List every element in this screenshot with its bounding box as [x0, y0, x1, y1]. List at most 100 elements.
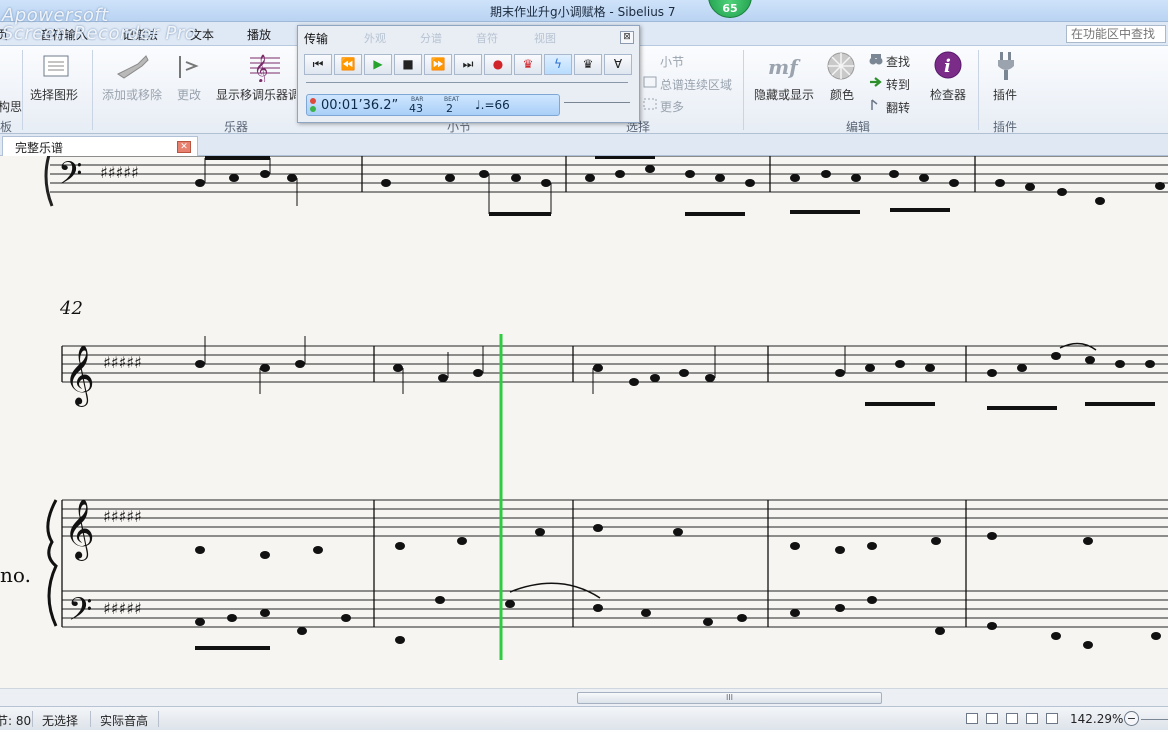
show-transposed-button[interactable]: 显示移调乐器调	[216, 86, 296, 103]
hide-show-button[interactable]: 隐藏或显示	[754, 86, 814, 103]
piano-bass-notes	[195, 596, 1161, 650]
plugin-plug-icon	[998, 52, 1014, 80]
view-mode-icon-2[interactable]	[986, 713, 998, 724]
view-mode-icon-5[interactable]	[1046, 713, 1058, 724]
view-mode-icon-1[interactable]	[966, 713, 978, 724]
document-tabs: 完整乐谱 ✕	[0, 134, 1168, 156]
close-tab-icon[interactable]: ✕	[177, 141, 191, 153]
zoom-slider[interactable]	[1141, 719, 1168, 720]
score-notation: 𝄢 ♯♯♯♯♯ 42 𝄞 ♯♯♯♯♯ 𝄞 ♯♯♯♯♯ 𝄢 ♯♯♯♯♯ no.	[0, 156, 1168, 660]
status-bar: 节: 80 无选择 实际音高 142.29% −	[0, 706, 1168, 730]
flip-button[interactable]: 翻转	[886, 99, 910, 116]
metronome-button[interactable]: Ɐ	[604, 54, 632, 75]
more-button[interactable]: 更多	[660, 98, 684, 115]
transport-tab-appearance[interactable]: 外观	[364, 30, 386, 46]
trumpet-icon	[117, 55, 149, 79]
piano-treble-notes	[195, 524, 1093, 559]
piano-bass-clef: 𝄢	[68, 591, 92, 635]
piano-barlines	[61, 500, 967, 627]
play-button[interactable]: ▶	[364, 54, 392, 75]
flip-icon	[871, 99, 878, 110]
fast-forward-button[interactable]: ⏩	[424, 54, 452, 75]
bar-number: 42	[59, 298, 83, 319]
transport-tab-notes[interactable]: 音符	[476, 30, 498, 46]
inspector-button[interactable]: 检查器	[930, 86, 966, 103]
more-icon	[643, 98, 657, 110]
svg-text:𝄞: 𝄞	[254, 54, 268, 82]
tab-full-score[interactable]: 完整乐谱 ✕	[2, 136, 198, 156]
status-selection: 无选择	[42, 714, 79, 728]
piano-brace	[46, 499, 58, 627]
transport-title: 传输	[304, 32, 329, 46]
change-button[interactable]: 更改	[177, 86, 201, 103]
binoculars-icon	[869, 54, 883, 65]
piano-treble-key-signature: ♯♯♯♯♯	[103, 507, 142, 526]
transport-panel[interactable]: 传输 外观 分谱 音符 视图 ⊠ ⏮ ⏪ ▶ ■ ⏩ ⏭ ● ♛ ϟ ♛ Ɐ 0…	[297, 25, 640, 123]
svg-text:i: i	[944, 56, 951, 77]
inspector-icon: i	[934, 51, 962, 79]
status-lights	[310, 98, 316, 114]
view-mode-icon-4[interactable]	[1026, 713, 1038, 724]
group-panels: 板	[0, 120, 13, 134]
time-readout: 00:01’36.2”	[321, 98, 399, 113]
transport-tab-parts[interactable]: 分谱	[420, 30, 442, 46]
flexi-time-button[interactable]: ♛	[514, 54, 542, 75]
system-passage-button[interactable]: 总谱连续区域	[660, 76, 732, 93]
rewind-to-start-button[interactable]: ⏮	[304, 54, 332, 75]
zoom-out-button[interactable]: −	[1124, 711, 1139, 726]
transport-close-button[interactable]: ⊠	[620, 31, 634, 44]
watermark-line2: Screen Recorder Pro	[2, 23, 197, 44]
group-edit: 编辑	[846, 120, 871, 134]
goto-button[interactable]: 转到	[886, 76, 910, 93]
treble-clef-icon: 𝄞	[250, 54, 280, 82]
tempo-readout: ♩.=66	[475, 98, 510, 112]
score-canvas[interactable]: 𝄢 ♯♯♯♯♯ 42 𝄞 ♯♯♯♯♯ 𝄞 ♯♯♯♯♯ 𝄢 ♯♯♯♯♯ no.	[0, 156, 1168, 690]
scrollbar-thumb[interactable]: III	[577, 692, 882, 704]
bar-readout: 43	[409, 102, 423, 115]
piano-treble-clef: 𝄞	[64, 499, 95, 561]
goto-arrow-icon	[870, 77, 882, 87]
record-button[interactable]: ●	[484, 54, 512, 75]
recorder-watermark: Apowersoft Screen Recorder Pro	[2, 7, 197, 44]
window-title: 期末作业升g小调赋格 - Sibelius 7	[490, 5, 676, 19]
ribbon-search-input[interactable]	[1066, 25, 1166, 43]
dynamics-icon: mf	[768, 55, 801, 79]
melody-key-signature: ♯♯♯♯♯	[103, 353, 142, 372]
timeline-slider[interactable]	[306, 82, 628, 88]
svg-text:mf: mf	[768, 55, 801, 79]
counter-badge: 65	[708, 0, 752, 18]
change-instrument-icon	[179, 56, 199, 78]
top-key-signature: ♯♯♯♯♯	[100, 163, 139, 182]
status-pitch-mode[interactable]: 实际音高	[100, 712, 148, 729]
select-graphic-icon	[43, 55, 69, 77]
group-instruments: 乐器	[224, 120, 249, 134]
view-mode-icon-3[interactable]	[1006, 713, 1018, 724]
add-remove-button[interactable]: 添加或移除	[102, 86, 162, 103]
piano-bass-key-signature: ♯♯♯♯♯	[103, 599, 142, 618]
live-playback-button[interactable]: ϟ	[544, 54, 572, 75]
transport-tab-view[interactable]: 视图	[534, 30, 556, 46]
top-brace	[44, 156, 54, 207]
melody-treble-clef: 𝄞	[64, 345, 95, 407]
piano-bass-staff	[62, 590, 1168, 628]
transport-display: 00:01’36.2” BAR 43 BEAT 2 ♩.=66	[306, 94, 560, 116]
click-button[interactable]: ♛	[574, 54, 602, 75]
group-plugins: 插件	[993, 120, 1018, 134]
system-passage-icon	[643, 76, 657, 88]
horizontal-scrollbar[interactable]: III	[0, 688, 1168, 706]
tab-play[interactable]: 播放	[247, 26, 271, 43]
rewind-button[interactable]: ⏪	[334, 54, 362, 75]
bar-item[interactable]: 小节	[660, 53, 684, 70]
ideas-label[interactable]: 构思	[0, 98, 22, 115]
piano-treble-staff	[62, 499, 1168, 537]
full-score-label: 完整乐谱	[15, 141, 64, 155]
select-graphic-button[interactable]: 选择图形	[30, 86, 78, 103]
plugins-button[interactable]: 插件	[993, 86, 1017, 103]
transport-buttons: ⏮ ⏪ ▶ ■ ⏩ ⏭ ● ♛ ϟ ♛ Ɐ	[304, 54, 634, 76]
beat-readout: 2	[446, 102, 453, 115]
find-button[interactable]: 查找	[886, 53, 910, 70]
color-button[interactable]: 颜色	[830, 86, 854, 103]
volume-slider[interactable]	[564, 102, 630, 103]
forward-to-end-button[interactable]: ⏭	[454, 54, 482, 75]
stop-button[interactable]: ■	[394, 54, 422, 75]
